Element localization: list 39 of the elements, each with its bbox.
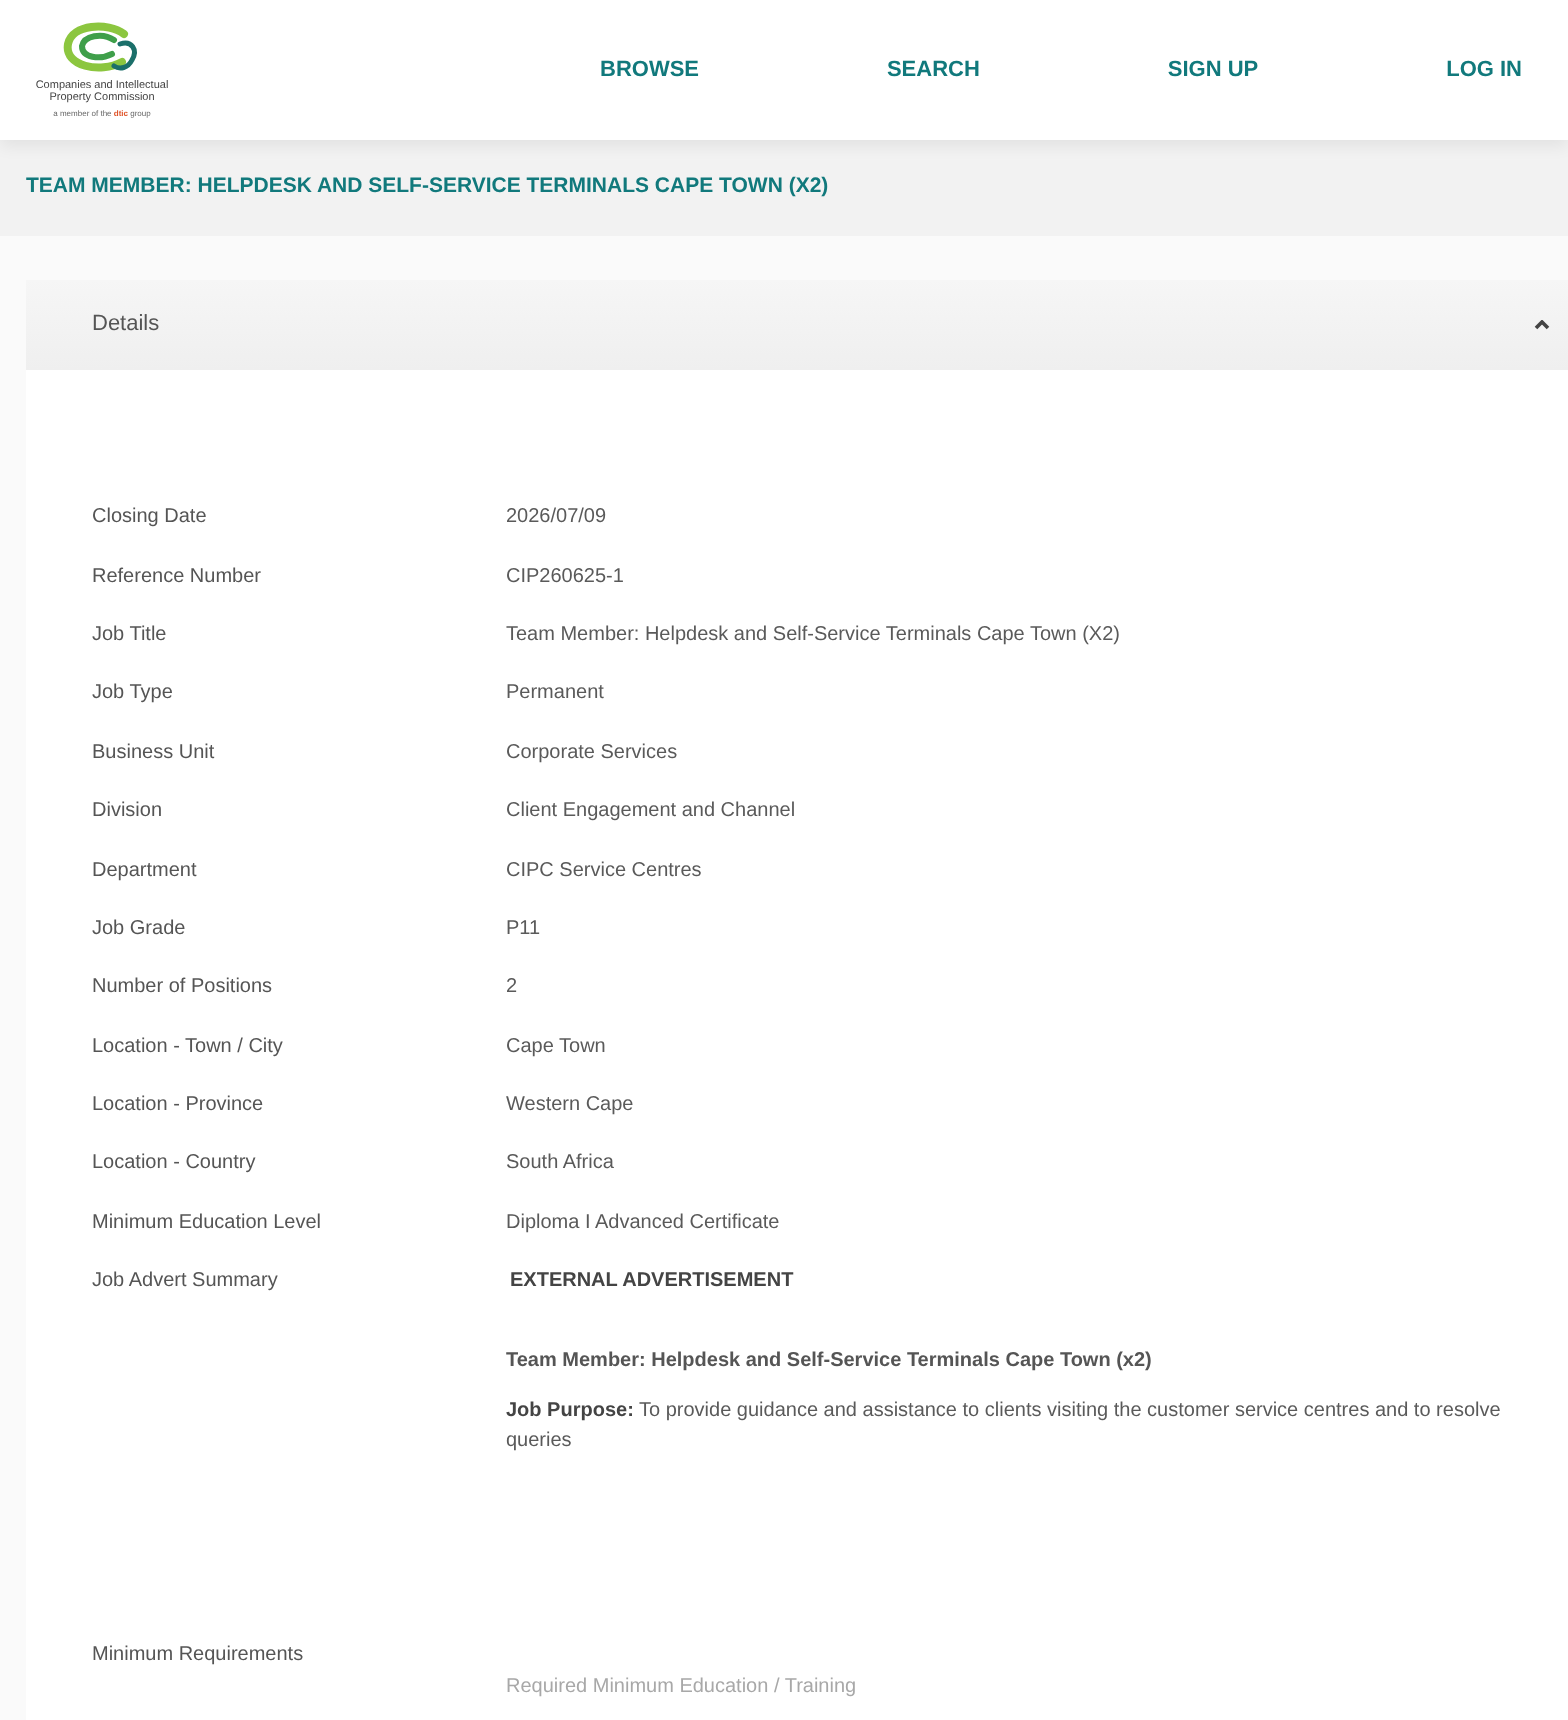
field-label: Job Advert Summary bbox=[92, 1268, 278, 1297]
details-panel-header[interactable]: Details bbox=[26, 280, 1568, 370]
field-label: Number of Positions bbox=[92, 974, 273, 1003]
field-value: Client Engagement and Channel bbox=[506, 798, 796, 827]
swirl-logo-icon bbox=[62, 22, 142, 74]
field-label: Department bbox=[92, 857, 197, 886]
field-label: Job Title bbox=[92, 621, 167, 650]
nav-link[interactable]: SIGN UP bbox=[1167, 53, 1259, 87]
field-value: South Africa bbox=[506, 1150, 614, 1179]
field-label: Business Unit bbox=[92, 739, 215, 768]
nav-link[interactable]: LOG IN bbox=[1446, 53, 1522, 87]
field-value: Permanent bbox=[506, 680, 604, 709]
field-value: Western Cape bbox=[506, 1092, 634, 1121]
field-label: Minimum Education Level bbox=[92, 1209, 321, 1238]
nav-link[interactable]: SEARCH bbox=[886, 53, 980, 87]
advert-heading: Team Member: Helpdesk and Self-Service Terminals Cape Town (x2) bbox=[506, 1348, 1154, 1377]
field-value: 2 bbox=[506, 974, 518, 1003]
field-value: Corporate Services bbox=[506, 739, 678, 768]
field-value: EXTERNAL ADVERTISEMENT bbox=[508, 1268, 794, 1297]
nav-link[interactable]: BROWSE bbox=[600, 53, 699, 87]
field-label: Job Grade bbox=[92, 915, 186, 944]
field-value: Cape Town bbox=[506, 1033, 606, 1062]
page-title: TEAM MEMBER: HELPDESK AND SELF-SERVICE TERMINALS CAPE TOWN (X2) bbox=[26, 172, 829, 203]
requirement-subheading: Required Minimum Education / Training bbox=[506, 1673, 859, 1702]
field-label: Division bbox=[92, 798, 163, 827]
field-label: Job Type bbox=[92, 680, 173, 709]
field-value: Team Member: Helpdesk and Self-Service Terminals Cape Town (X2) bbox=[506, 621, 1120, 650]
field-value: CIPC Service Centres bbox=[506, 857, 702, 886]
field-value: Diploma I Advanced Certificate bbox=[506, 1209, 780, 1238]
field-label: Location - Town / City bbox=[92, 1033, 283, 1062]
field-value: 2026/07/09 bbox=[506, 504, 607, 533]
field-value: P11 bbox=[506, 915, 541, 944]
field-label: Minimum Requirements bbox=[92, 1641, 304, 1670]
field-label: Closing Date bbox=[92, 504, 207, 533]
field-value: CIP260625-1 bbox=[506, 563, 624, 592]
field-label: Location - Province bbox=[92, 1092, 264, 1121]
field-label: Location - Country bbox=[92, 1150, 256, 1179]
field-label: Reference Number bbox=[92, 563, 261, 592]
advert-paragraph: Job Purpose: To provide guidance and assistance to clients visiting the customer service centres and to resolve queries bbox=[506, 1398, 1503, 1457]
